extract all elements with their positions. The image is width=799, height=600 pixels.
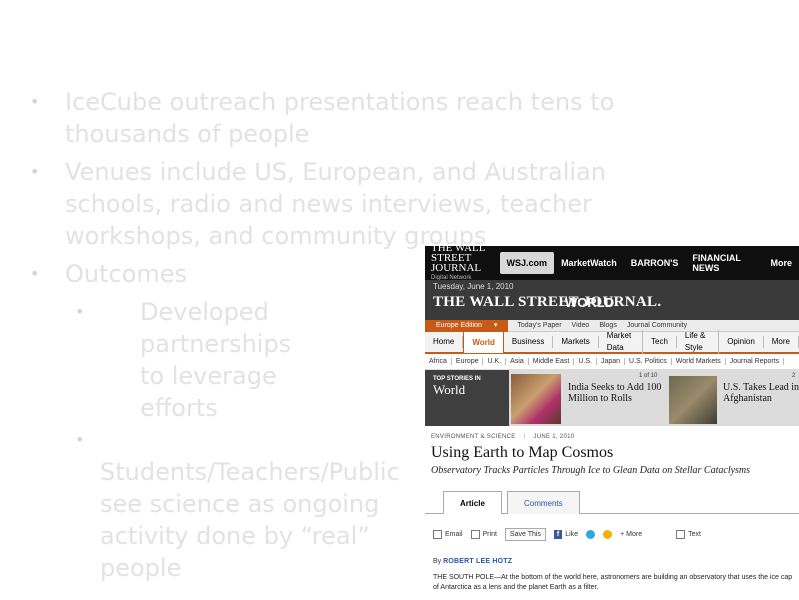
story-headline[interactable]: U.S. Takes Lead in Afghanistan (723, 382, 799, 404)
more-share-button[interactable]: + More (620, 531, 642, 538)
text-size-label: Text (688, 530, 701, 538)
bullet-item: • IceCube outreach presentations reach t… (30, 86, 690, 150)
wsj-network-bar: THE WALL STREET JOURNAL Digital Network … (425, 246, 799, 283)
like-label: Like (565, 530, 579, 538)
wsj-network-logo[interactable]: THE WALL STREET JOURNAL Digital Network (425, 246, 500, 283)
network-link-financial-news[interactable]: FINANCIAL NEWS (685, 253, 763, 273)
subnav-item[interactable]: Africa (425, 358, 452, 365)
network-link-more[interactable]: More (763, 258, 799, 268)
subnav-item[interactable]: World Markets (672, 358, 726, 365)
bullet-dot-icon: • (75, 302, 85, 321)
edition-link[interactable]: Journal Community (622, 322, 692, 329)
network-link-wsj[interactable]: WSJ.com (499, 252, 555, 274)
slide: • IceCube outreach presentations reach t… (0, 0, 799, 600)
network-link-barrons[interactable]: BARRON'S (624, 258, 686, 268)
edition-link[interactable]: Video (567, 322, 595, 329)
nav-tech[interactable]: Tech (643, 336, 677, 348)
article-byline: By ROBERT LEE HOTZ (433, 558, 512, 565)
article-tools: Email Print Save This f Like + More Text (425, 522, 799, 546)
edition-select[interactable]: Europe Edition ▾ (425, 319, 509, 332)
byline-author[interactable]: ROBERT LEE HOTZ (443, 558, 512, 565)
top-stories-label-big: World (433, 382, 466, 397)
edition-label: Europe Edition (436, 321, 482, 329)
byline-prefix: By (433, 558, 442, 565)
facebook-like-button[interactable]: f Like (553, 529, 579, 539)
nav-opinion[interactable]: Opinion (719, 336, 764, 348)
sub-bullet-item: • Developed partnerships to leverage eff… (30, 296, 292, 424)
bullet-text: Venues include US, European, and Austral… (65, 158, 607, 250)
story-counter: 2 (792, 373, 796, 379)
story-photo[interactable] (669, 376, 717, 424)
article-kicker: ENVIRONMENT & SCIENCE | JUNE 1, 2010 (431, 434, 574, 440)
bullet-dot-icon: • (30, 264, 40, 283)
article-date: JUNE 1, 2010 (533, 434, 575, 440)
bullet-item: • Venues include US, European, and Austr… (30, 156, 690, 252)
text-size-icon (676, 529, 686, 539)
tab-comments[interactable]: Comments (507, 491, 580, 514)
nav-more[interactable]: More (764, 336, 799, 348)
email-label: Email (445, 530, 463, 538)
twitter-button[interactable] (586, 529, 596, 539)
main-nav: Home World Business Markets Market Data … (425, 330, 799, 354)
wsj-network-logo-text: THE WALL STREET JOURNAL (431, 246, 486, 274)
masthead-date: Tuesday, June 1, 2010 (433, 282, 514, 291)
article-deck: Observatory Tracks Particles Through Ice… (431, 465, 751, 476)
save-button[interactable]: Save This (504, 527, 546, 541)
nav-markets[interactable]: Markets (553, 336, 599, 348)
top-stories-carousel: TOP STORIES IN World 1 of 10 India Seeks… (425, 370, 799, 426)
bullet-dot-icon: • (30, 92, 40, 111)
chevron-down-icon: ▾ (493, 321, 498, 329)
subnav-item[interactable]: U.K. (483, 358, 507, 365)
bullet-text: Outcomes (65, 260, 188, 288)
article-headline: Using Earth to Map Cosmos (431, 444, 614, 461)
subnav-item[interactable]: U.S. (574, 358, 597, 365)
tab-article[interactable]: Article (443, 491, 502, 514)
text-size-button[interactable]: Text (676, 529, 701, 539)
subnav-item[interactable]: Journal Reports (726, 358, 785, 365)
sub-bullet-text: Students/Teachers/Public see science as … (100, 458, 400, 582)
subnav-item[interactable]: Asia (506, 358, 529, 365)
masthead-logo[interactable]: THE WALL STREET JOURNAL. (433, 294, 661, 311)
story-headline[interactable]: India Seeks to Add 100 Million to Rolls (568, 382, 664, 404)
network-link-marketwatch[interactable]: MarketWatch (554, 258, 624, 268)
subnav-item[interactable]: Japan (597, 358, 626, 365)
email-icon (433, 529, 442, 539)
wsj-article-screenshot: THE WALL STREET JOURNAL Digital Network … (425, 246, 799, 600)
share-icon (603, 529, 613, 539)
email-button[interactable]: Email (433, 529, 463, 539)
nav-market-data[interactable]: Market Data (599, 330, 643, 354)
subnav-item[interactable]: U.S. Politics (625, 358, 672, 365)
print-label: Print (482, 530, 497, 538)
sub-nav: Africa Europe U.K. Asia Middle East U.S.… (425, 354, 799, 370)
nav-world[interactable]: World (463, 331, 504, 353)
bullet-dot-icon: • (30, 162, 40, 181)
article-tabs: Article Comments (425, 488, 799, 514)
bullet-text: IceCube outreach presentations reach ten… (65, 88, 615, 148)
edition-link[interactable]: Today's Paper (512, 322, 566, 329)
edition-link[interactable]: Blogs (594, 322, 622, 329)
subnav-item[interactable]: Europe (452, 358, 484, 365)
nav-home[interactable]: Home (425, 336, 464, 348)
facebook-icon: f (553, 529, 563, 539)
wsj-masthead: Tuesday, June 1, 2010 THE WALL STREET JO… (425, 280, 799, 320)
nav-business[interactable]: Business (504, 336, 554, 348)
masthead-section: WORLD (565, 295, 615, 310)
story-counter: 1 of 10 (639, 373, 658, 379)
twitter-icon (586, 529, 596, 539)
nav-life-style[interactable]: Life & Style (677, 330, 720, 354)
share-button[interactable] (603, 529, 613, 539)
sub-bullet-text: Developed partnerships to leverage effor… (140, 298, 292, 422)
print-icon (470, 529, 480, 539)
article-category[interactable]: ENVIRONMENT & SCIENCE (431, 434, 516, 440)
save-label: Save This (509, 530, 541, 538)
story-photo[interactable] (511, 374, 561, 424)
kicker-separator: | (523, 434, 526, 440)
subnav-item[interactable]: Middle East (529, 358, 575, 365)
top-stories-label: TOP STORIES IN World (425, 370, 509, 426)
sub-bullet-item: • Students/Teachers/Public see science a… (30, 424, 400, 584)
print-button[interactable]: Print (470, 529, 497, 539)
bullet-dot-icon: • (75, 430, 85, 449)
article-body: THE SOUTH POLE—At the bottom of the worl… (433, 574, 793, 591)
